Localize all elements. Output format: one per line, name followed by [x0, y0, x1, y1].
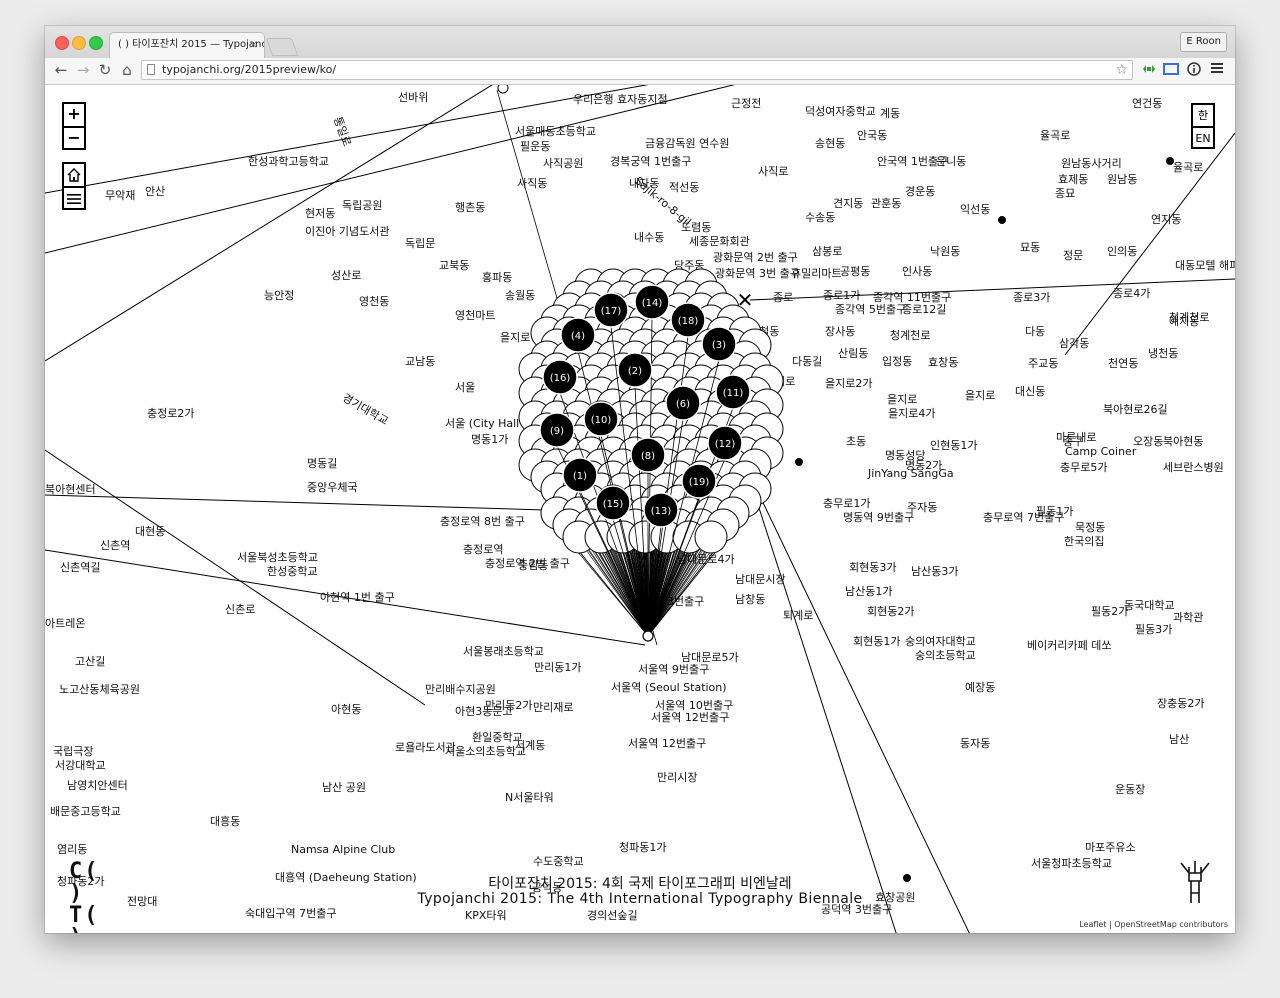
- balloon-label: (6): [676, 399, 690, 410]
- zoom-in-button[interactable]: +: [64, 104, 84, 126]
- info-icon[interactable]: [1187, 62, 1201, 81]
- home-view-icon[interactable]: [64, 164, 84, 186]
- balloon-label: (9): [550, 426, 564, 437]
- balloon-label: (10): [591, 415, 612, 426]
- browser-window: ( ) 타이포잔치 2015 — Typojanchi × E Roon ← →…: [45, 26, 1235, 933]
- url-text: typojanchi.org/2015preview/ko/: [162, 63, 337, 76]
- page-title-en: Typojanchi 2015: The 4th International T…: [417, 891, 863, 907]
- balloon-marker[interactable]: [694, 520, 728, 554]
- forward-icon[interactable]: →: [73, 60, 93, 80]
- balloon-label: (2): [628, 366, 642, 377]
- balloon-label: (19): [689, 477, 710, 488]
- menu-icon[interactable]: [1211, 62, 1223, 79]
- view-control: [62, 162, 86, 210]
- list-menu-icon[interactable]: [64, 186, 84, 210]
- page-icon: [147, 64, 155, 75]
- stick-figure-icon[interactable]: [1175, 859, 1215, 907]
- page-title-ko: 타이포잔치 2015: 4회 국제 타이포그래피 비엔날레: [488, 876, 792, 892]
- tab-title: ( ) 타이포잔치 2015 — Typojanchi: [118, 39, 265, 50]
- balloon-label: (18): [678, 316, 699, 327]
- zoom-out-button[interactable]: −: [64, 126, 84, 150]
- balloon-label: (15): [603, 499, 624, 510]
- balloon-label: (17): [601, 306, 622, 317]
- tab-close-icon[interactable]: ×: [249, 33, 258, 57]
- close-window-button[interactable]: [55, 36, 69, 50]
- map-view[interactable]: 선바위 우리은행 효자동지점 근정전 덕성여자중학교 계동 연건동 통일로 서울매동초등학교 필…: [45, 85, 1235, 933]
- browser-toolbar: ← → ↻ ⌂ typojanchi.org/2015preview/ko/ ☆: [45, 58, 1235, 85]
- new-tab-button[interactable]: [265, 38, 299, 56]
- lang-ko-button[interactable]: 한: [1193, 105, 1213, 126]
- balloon-label: (1): [573, 471, 587, 482]
- extension-icon[interactable]: [1141, 62, 1157, 81]
- close-icon[interactable]: ✕: [737, 288, 754, 312]
- maximize-window-button[interactable]: [89, 36, 103, 50]
- cast-icon[interactable]: [1163, 62, 1179, 81]
- balloon-label: (8): [641, 451, 655, 462]
- balloon-label: (4): [571, 331, 585, 342]
- balloon-cluster: (14) (17) (18) (4) (3) (2) (16) (11) (6) (10) (9) (…: [518, 268, 784, 642]
- balloon-label: (3): [712, 340, 726, 351]
- tab-typojanchi[interactable]: ( ) 타이포잔치 2015 — Typojanchi ×: [109, 32, 265, 58]
- minimize-window-button[interactable]: [72, 36, 86, 50]
- balloon-label: (16): [550, 373, 571, 384]
- balloon-label: (12): [715, 439, 736, 450]
- tab-bar: ( ) 타이포잔치 2015 — Typojanchi × E Roon: [45, 26, 1235, 59]
- map-attribution: Leaflet | OpenStreetMap contributors: [1076, 920, 1231, 929]
- seoul-station-marker[interactable]: [642, 630, 654, 642]
- balloon-label: (14): [642, 298, 663, 309]
- balloon-label: (11): [723, 388, 744, 399]
- home-icon[interactable]: ⌂: [117, 60, 137, 80]
- back-icon[interactable]: ←: [51, 60, 71, 80]
- lang-en-button[interactable]: EN: [1193, 126, 1213, 149]
- address-bar[interactable]: typojanchi.org/2015preview/ko/ ☆: [141, 60, 1133, 80]
- balloon-label: (13): [651, 506, 672, 517]
- reload-icon[interactable]: ↻: [95, 60, 115, 80]
- language-switch: 한 EN: [1191, 103, 1215, 149]
- zoom-control: + −: [62, 102, 86, 150]
- bookmark-star-icon[interactable]: ☆: [1115, 61, 1128, 79]
- logo-line-2: T( ): [69, 903, 100, 934]
- profile-button[interactable]: E Roon: [1180, 32, 1227, 52]
